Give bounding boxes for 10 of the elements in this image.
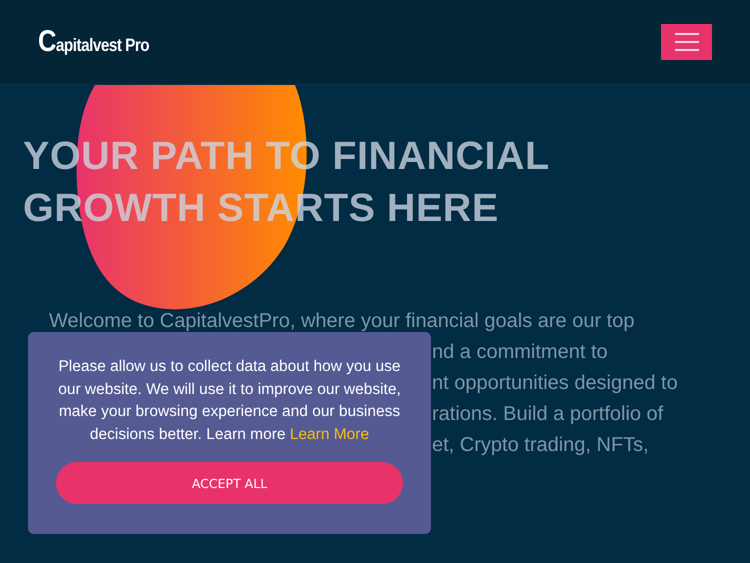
accept-all-button[interactable]: ACCEPT ALL <box>56 462 403 504</box>
intro-text: et, Crypto trading, NFTs, <box>432 433 649 458</box>
learn-more-link[interactable]: Learn More <box>290 426 370 442</box>
cookie-message: Please allow us to collect data about how you use our website. We will use it to improve our website, make your browsing experience and our business decisions better. Learn more Learn More <box>57 357 402 444</box>
intro-text: nd a commitment to <box>432 340 608 365</box>
menu-button[interactable] <box>661 24 712 60</box>
intro-text: rations. Build a portfolio of <box>432 402 664 427</box>
intro-text: Welcome to CapitalvestPro, where your financial goals are our top <box>49 309 634 334</box>
logo[interactable]: Capitalvest Pro <box>38 25 150 59</box>
intro-text: nt opportunities designed to <box>432 371 678 396</box>
